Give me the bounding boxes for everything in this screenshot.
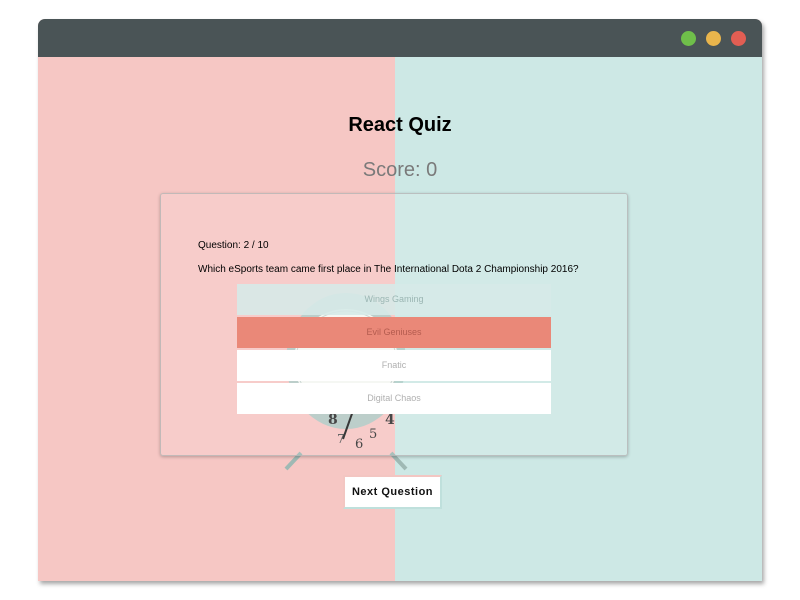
close-dot-icon[interactable] <box>731 31 746 46</box>
answer-option-wings-gaming[interactable]: Wings Gaming <box>237 284 551 315</box>
maximize-dot-icon[interactable] <box>681 31 696 46</box>
quiz-title: React Quiz <box>348 114 452 136</box>
answer-option-evil-geniuses[interactable]: Evil Geniuses <box>237 317 551 348</box>
answer-option-digital-chaos[interactable]: Digital Chaos <box>237 383 551 414</box>
score-label: Score: 0 <box>362 159 438 181</box>
answer-option-fnatic[interactable]: Fnatic <box>237 350 551 381</box>
minimize-dot-icon[interactable] <box>706 31 721 46</box>
question-text: Which eSports team came first place in T… <box>198 264 579 275</box>
browser-window: 9 3 8 4 7 6 5 React Quiz Score: 0 Questi… <box>38 19 762 581</box>
next-question-button[interactable]: Next Question <box>343 475 442 509</box>
answer-list: Wings Gaming Evil Geniuses Fnatic Digita… <box>237 284 551 416</box>
title-bar <box>38 19 762 57</box>
question-counter: Question: 2 / 10 <box>198 240 269 251</box>
question-card: Question: 2 / 10 Which eSports team came… <box>160 193 628 456</box>
page-background: 9 3 8 4 7 6 5 React Quiz Score: 0 Questi… <box>38 57 762 581</box>
